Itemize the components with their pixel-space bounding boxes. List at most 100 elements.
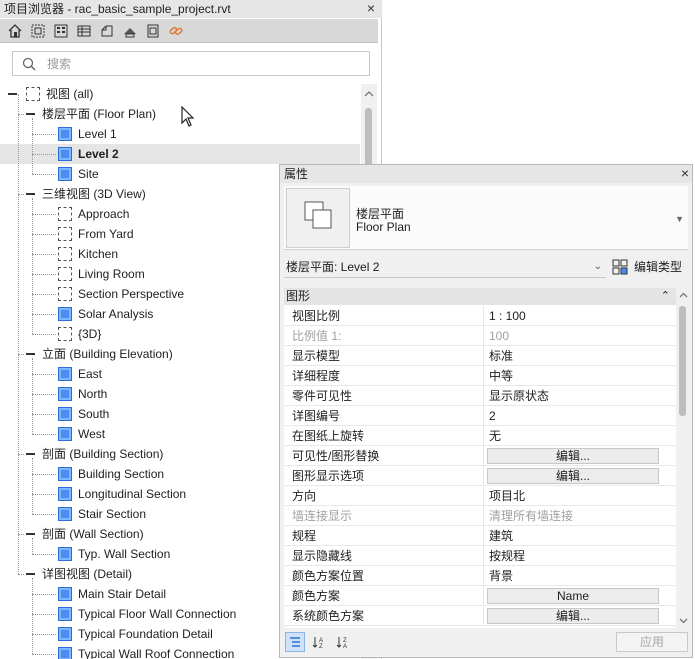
properties-footer: AZ ZA 应用 bbox=[280, 628, 692, 657]
property-row[interactable]: 图形显示选项 编辑... bbox=[284, 466, 676, 486]
properties-scrollbar[interactable] bbox=[676, 288, 690, 628]
close-icon[interactable]: × bbox=[681, 166, 689, 180]
svg-text:Z: Z bbox=[319, 644, 323, 649]
tree-item-label: {3D} bbox=[78, 327, 102, 341]
view-icon bbox=[58, 167, 72, 181]
property-row[interactable]: 详图编号 2 bbox=[284, 406, 676, 426]
scrollbar-thumb[interactable] bbox=[679, 306, 686, 416]
view-icon bbox=[58, 587, 72, 601]
tree-connector bbox=[32, 414, 56, 415]
tree-root[interactable]: 视图 (all) bbox=[0, 84, 360, 104]
tree-view-item[interactable]: Level 1 bbox=[0, 124, 360, 144]
tree-item-label: Longitudinal Section bbox=[78, 487, 187, 501]
views-icon[interactable] bbox=[29, 22, 47, 40]
collapse-icon[interactable]: ⌃ bbox=[661, 288, 670, 305]
property-row[interactable]: 可见性/图形替换 编辑... bbox=[284, 446, 676, 466]
property-name: 显示隐藏线 bbox=[284, 546, 484, 566]
apply-button[interactable]: 应用 bbox=[616, 632, 688, 652]
view-icon bbox=[58, 507, 72, 521]
groups-icon[interactable] bbox=[144, 22, 162, 40]
collapse-toggle-icon[interactable] bbox=[26, 573, 35, 575]
chevron-down-icon[interactable]: ▼ bbox=[675, 214, 684, 224]
collapse-toggle-icon[interactable] bbox=[26, 533, 35, 535]
property-row[interactable]: 规程 建筑 bbox=[284, 526, 676, 546]
property-value[interactable]: 建筑 bbox=[484, 526, 676, 546]
tree-item-label: Typ. Wall Section bbox=[78, 547, 171, 561]
collapse-toggle-icon[interactable] bbox=[26, 453, 35, 455]
property-row[interactable]: 比例值 1: 100 bbox=[284, 326, 676, 346]
search-box[interactable] bbox=[12, 51, 370, 76]
schedules-icon[interactable] bbox=[75, 22, 93, 40]
view-icon bbox=[58, 387, 72, 401]
tree-connector bbox=[32, 394, 56, 395]
home-icon[interactable] bbox=[6, 22, 24, 40]
tree-category[interactable]: 楼层平面 (Floor Plan) bbox=[0, 104, 360, 124]
property-name: 墙连接显示 bbox=[284, 506, 484, 526]
property-value[interactable]: 1 : 100 bbox=[484, 306, 676, 326]
sheets-icon[interactable] bbox=[98, 22, 116, 40]
edit-type-icon bbox=[612, 259, 628, 282]
tree-connector bbox=[32, 134, 56, 135]
property-row[interactable]: 颜色方案 Name bbox=[284, 586, 676, 606]
instance-row: 楼层平面: Level 2 ⌄ 编辑类型 bbox=[284, 256, 688, 280]
property-name: 系统颜色方案 bbox=[284, 606, 484, 626]
property-row[interactable]: 方向 项目北 bbox=[284, 486, 676, 506]
property-edit-button[interactable]: Name bbox=[487, 588, 659, 604]
collapse-toggle-icon[interactable] bbox=[26, 353, 35, 355]
tree-connector bbox=[18, 574, 24, 575]
property-value[interactable]: 背景 bbox=[484, 566, 676, 586]
property-row[interactable]: 显示模型 标准 bbox=[284, 346, 676, 366]
tree-item-label: Stair Section bbox=[78, 507, 147, 521]
property-row[interactable]: 墙连接显示 清理所有墙连接 bbox=[284, 506, 676, 526]
property-row[interactable]: 详细程度 中等 bbox=[284, 366, 676, 386]
property-row[interactable]: 系统颜色方案 编辑... bbox=[284, 606, 676, 626]
property-row[interactable]: 颜色方案位置 背景 bbox=[284, 566, 676, 586]
property-value[interactable]: 按规程 bbox=[484, 546, 676, 566]
property-edit-button[interactable]: 编辑... bbox=[487, 468, 659, 484]
collapse-toggle-icon[interactable] bbox=[26, 193, 35, 195]
properties-title-text: 属性 bbox=[284, 167, 309, 181]
chevron-down-icon[interactable]: ⌄ bbox=[594, 256, 602, 278]
instance-filter-dropdown[interactable]: 楼层平面: Level 2 ⌄ bbox=[284, 256, 606, 278]
families-icon[interactable] bbox=[121, 22, 139, 40]
property-edit-button[interactable]: 编辑... bbox=[487, 608, 659, 624]
search-input[interactable] bbox=[45, 54, 355, 73]
property-name: 视图比例 bbox=[284, 306, 484, 326]
views-icon bbox=[26, 87, 40, 101]
edit-type-button[interactable]: 编辑类型 bbox=[612, 256, 688, 278]
property-row[interactable]: 零件可见性 显示原状态 bbox=[284, 386, 676, 406]
link-icon[interactable] bbox=[167, 22, 185, 40]
sort-descending-icon[interactable]: ZA bbox=[333, 632, 353, 652]
tree-connector bbox=[32, 554, 56, 555]
property-value[interactable]: 2 bbox=[484, 406, 676, 426]
mouse-cursor-icon bbox=[181, 106, 195, 127]
type-name-en: Floor Plan bbox=[356, 220, 411, 234]
property-value[interactable]: 显示原状态 bbox=[484, 386, 676, 406]
tree-connector bbox=[32, 274, 56, 275]
tree-connector bbox=[32, 614, 56, 615]
collapse-toggle-icon[interactable] bbox=[26, 113, 35, 115]
legends-icon[interactable] bbox=[52, 22, 70, 40]
collapse-toggle-icon[interactable] bbox=[8, 93, 17, 95]
view-3d-icon bbox=[58, 227, 72, 241]
property-edit-button[interactable]: 编辑... bbox=[487, 448, 659, 464]
scrollbar-thumb[interactable] bbox=[365, 108, 372, 168]
tree-view-item[interactable]: Level 2 bbox=[0, 144, 360, 164]
sort-ascending-icon[interactable]: AZ bbox=[309, 632, 329, 652]
property-value[interactable]: 中等 bbox=[484, 366, 676, 386]
type-selector[interactable]: 楼层平面 Floor Plan ▼ bbox=[284, 186, 688, 250]
group-header-graphics[interactable]: 图形 ⌃ bbox=[284, 288, 676, 305]
close-icon[interactable]: × bbox=[364, 1, 378, 15]
property-value[interactable]: 项目北 bbox=[484, 486, 676, 506]
tree-connector bbox=[32, 434, 56, 435]
view-icon bbox=[58, 647, 72, 659]
property-value[interactable]: 标准 bbox=[484, 346, 676, 366]
property-value[interactable]: 无 bbox=[484, 426, 676, 446]
tree-connector bbox=[18, 94, 19, 574]
property-row[interactable]: 视图比例 1 : 100 bbox=[284, 306, 676, 326]
categorized-sort-icon[interactable] bbox=[285, 632, 305, 652]
tree-item-label: 视图 (all) bbox=[46, 87, 94, 101]
property-name: 详图编号 bbox=[284, 406, 484, 426]
property-row[interactable]: 显示隐藏线 按规程 bbox=[284, 546, 676, 566]
property-row[interactable]: 在图纸上旋转无 bbox=[284, 426, 676, 446]
